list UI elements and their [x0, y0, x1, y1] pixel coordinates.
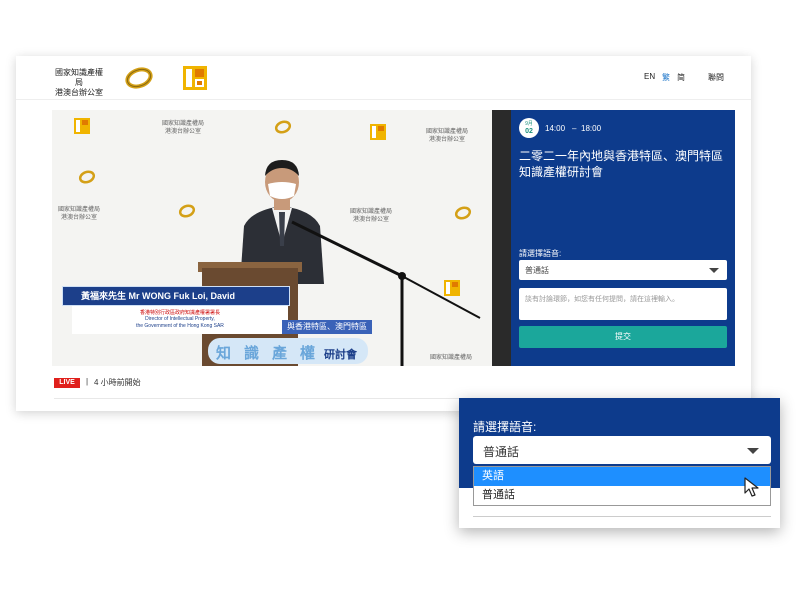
event-info-panel: 9月 02 14:00 – 18:00 二零二一年內地與香港特區、澳門特區知識產… — [511, 110, 735, 366]
banner-char: 知 — [216, 345, 232, 362]
event-card: 國家知識產權局 港澳台辦公室 EN 繁 简 聯問 國家知識產權局 港澳台辦公室 … — [16, 56, 751, 411]
zoom-select-value: 普通話 — [483, 445, 520, 459]
banner-char: 產 — [272, 345, 288, 362]
banner-tail: 研討會 — [324, 349, 357, 361]
option-english[interactable]: 英語 — [474, 467, 770, 486]
date-badge: 9月 02 — [519, 118, 539, 138]
language-dropdown-zoom: 請選擇語音: 普通話 英語 普通話 — [459, 398, 780, 528]
lang-en-link[interactable]: EN — [644, 72, 655, 81]
speaker-title-zh: 香港特別行政區政府知識產權署署長 — [139, 310, 220, 316]
video-player[interactable]: 國家知識產權局 港澳台辦公室 國家知識產權局 港澳台辦公室 國家知識產權局 港澳… — [52, 110, 512, 366]
speaker-name-bar: 黃福來先生 Mr WONG Fuk Loi, David — [62, 286, 290, 306]
start-time-text: 4 小時前開始 — [94, 378, 141, 387]
language-label: 請選擇語音: — [519, 249, 562, 258]
chevron-down-icon — [747, 448, 759, 454]
gold-ring-logo-icon[interactable] — [124, 66, 154, 90]
date-month: 9月 — [525, 121, 533, 127]
video-edge — [492, 110, 512, 366]
divider — [473, 516, 771, 517]
time-dash: – — [572, 124, 577, 133]
speaker-title-en-1: Director of Intellectual Property, — [145, 316, 215, 322]
speaker-title-en-2: the Government of the Hong Kong SAR — [136, 323, 224, 329]
question-input[interactable]: 談有討論環節，如您有任何提問，請在這裡輸入。 — [519, 288, 727, 320]
language-select-value: 普通話 — [525, 266, 549, 275]
status-separator: | — [86, 377, 89, 386]
page: 國家知識產權局 港澳台辦公室 EN 繁 简 聯問 國家知識產權局 港澳台辦公室 … — [0, 0, 800, 600]
contact-link[interactable]: 聯問 — [708, 72, 724, 83]
zoom-language-select[interactable]: 普通話 — [473, 436, 771, 464]
chevron-down-icon — [709, 268, 719, 273]
site-header: 國家知識產權局 港澳台辦公室 EN 繁 简 聯問 — [16, 56, 751, 100]
banner-char: 權 — [300, 345, 316, 362]
org-name-line1: 國家知識產權局 — [55, 68, 103, 87]
lang-simplified-link[interactable]: 简 — [677, 72, 685, 83]
time-end: 18:00 — [581, 124, 602, 133]
speaker-title-box: 香港特別行政區政府知識產權署署長 Director of Intellectua… — [72, 306, 288, 334]
event-title: 二零二一年內地與香港特區、澳門特區知識產權研討會 — [519, 149, 724, 179]
zoom-language-label: 請選擇語音: — [473, 420, 537, 434]
language-options-list: 英語 普通話 — [473, 466, 771, 506]
banner-char: 識 — [244, 345, 260, 362]
mouse-pointer-icon — [744, 477, 759, 497]
lang-traditional-link[interactable]: 繁 — [662, 72, 670, 83]
live-badge: LIVE — [54, 378, 80, 388]
org-name-line2: 港澳台辦公室 — [55, 88, 103, 97]
org-name[interactable]: 國家知識產權局 港澳台辦公室 — [54, 68, 104, 98]
time-start: 14:00 — [545, 124, 566, 133]
submit-button[interactable]: 提交 — [519, 326, 727, 348]
option-mandarin[interactable]: 普通話 — [474, 486, 770, 505]
event-sub-banner: 與香港特區、澳門特區 — [282, 320, 372, 334]
date-day: 02 — [525, 128, 533, 135]
block-logo-icon[interactable] — [182, 65, 208, 91]
language-select[interactable]: 普通話 — [519, 260, 727, 280]
